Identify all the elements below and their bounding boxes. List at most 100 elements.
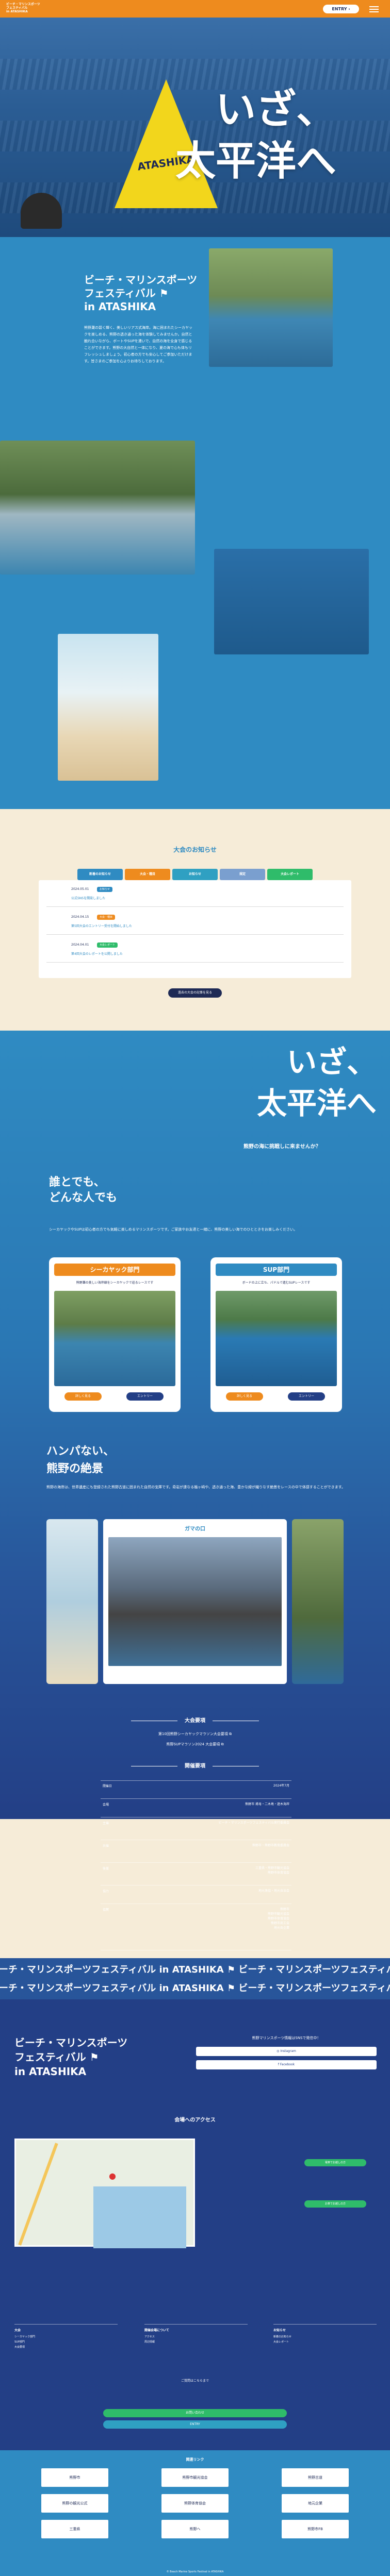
entry-card-button[interactable]: エントリー [126, 1392, 164, 1401]
sponsor-logo[interactable]: 熊野へ [161, 2520, 229, 2538]
tab-new[interactable]: 新着のお知らせ [77, 869, 123, 880]
events-section [0, 1031, 390, 1819]
footer-entry-button[interactable]: ENTRY [103, 2420, 287, 2429]
scenery-body: 熊野の海岸は、世界遺産にも登録された熊野古道に囲まれた自然の宝庫です。奇岩が連な… [46, 1485, 346, 1489]
beach-sup-photo [0, 441, 195, 575]
slide-next[interactable] [292, 1519, 344, 1684]
events-title-line1: いざ、 [286, 1045, 377, 1080]
access-map[interactable]: ● [14, 2139, 195, 2248]
details-button[interactable]: 詳しく見る [64, 1392, 102, 1401]
news-item[interactable]: 2024.05.01 お知らせ 公式SNSを開設しました [46, 882, 344, 907]
footer-col-news: お知らせ 新着のお知らせ 大会レポート [273, 2324, 377, 2344]
hamburger-menu-icon[interactable] [367, 5, 381, 13]
external-link-icon: ⧉ [221, 1742, 224, 1746]
events-subtitle: 熊野の海に挑戦しに来ませんか？ [243, 1144, 321, 1150]
sponsor-logo[interactable]: 地元企業 [282, 2494, 349, 2513]
entry-button[interactable]: ENTRY › [323, 5, 359, 13]
outline-row: 後援 三重県・熊野市観光協会 熊野市体育協会 [101, 1863, 291, 1885]
train-access-button[interactable]: 電車でお越しの方 [304, 2159, 366, 2166]
sup-group-photo [209, 248, 333, 367]
marquee-line-1: ビーチ・マリンスポーツフェスティバル in ATASHIKA ⚑ ビーチ・マリン… [0, 1964, 390, 1975]
sponsor-logo[interactable]: 熊野市 [41, 2468, 108, 2487]
news-item[interactable]: 2024.04.01 大会レポート 第4回大会のレポートを公開しました [46, 938, 344, 963]
category-badge: 大会・種目 [97, 915, 116, 920]
sponsor-logo[interactable]: 熊野の観光公式 [41, 2494, 108, 2513]
outline-row: 共催 熊野市・熊野市教育委員会 [101, 1840, 291, 1863]
marquee-line-2: ビーチ・マリンスポーツフェスティバル in ATASHIKA ⚑ ビーチ・マリン… [0, 1983, 390, 1994]
anyone-heading: 誰とでも、 どんな人でも [49, 1176, 118, 1204]
instagram-icon: ◎ [277, 2049, 280, 2053]
intro-title: ビーチ・マリンスポーツ フェスティバル ⚑ in ATASHIKA [84, 274, 198, 313]
flag-icon: ⚑ [89, 2051, 99, 2063]
tab-rules[interactable]: 規定 [220, 869, 265, 880]
tab-news[interactable]: お知らせ [172, 869, 218, 880]
sponsor-logo[interactable]: 熊野古道 [282, 2468, 349, 2487]
outline-row: 会場 熊野市 甫母・二木島・遊木海岸 [101, 1799, 291, 1817]
kayak-race-photo [214, 549, 369, 654]
site-logo[interactable]: ビーチ・マリンスポーツ フェスティバル in ATASHIKA [6, 3, 40, 13]
logo-line: ビーチ・マリンスポーツ [6, 3, 40, 6]
sponsor-logo[interactable]: 熊野体育協会 [161, 2494, 229, 2513]
flag-icon: ⚑ [159, 287, 169, 299]
beach-staff-photo [58, 634, 158, 781]
slide-current [103, 1519, 287, 1684]
kayak-image [54, 1291, 175, 1386]
kayak-card: シーカヤック部門 熊野灘の美しい海岸線をシーカヤックで巡るレースです 詳しく見る… [49, 1257, 181, 1412]
footer-col-venue: 開催会場について アクセス 周辺情報 [144, 2324, 248, 2344]
slide-prev[interactable] [46, 1519, 98, 1684]
hero-title-line1: いざ、 [216, 87, 337, 133]
logo-line: フェスティバル [6, 6, 28, 10]
news-title: 大会のお知らせ [173, 846, 217, 853]
gama-no-kuchi-image [108, 1537, 282, 1666]
events-title-line2: 太平洋へ [256, 1086, 377, 1121]
category-badge: 大会レポート [97, 942, 118, 948]
contact-text: ご質問はこちらまで [181, 2379, 209, 2383]
instagram-button[interactable]: ◎ Instagram [196, 2047, 377, 2056]
card-title: シーカヤック部門 [54, 1264, 175, 1276]
facebook-icon: f [278, 2063, 279, 2066]
facebook-button[interactable]: f Facebook [196, 2060, 377, 2069]
car-access-button[interactable]: お車でお越しの方 [304, 2200, 366, 2208]
sponsor-title: 関連リンク [186, 2457, 204, 2462]
card-desc: ボードの上に立ち、パドルで進むSUPレースです [242, 1281, 311, 1285]
footer-logo[interactable]: ビーチ・マリンスポーツ フェスティバル ⚑ in ATASHIKA [14, 2035, 127, 2079]
summary-title: 大会要項 [0, 1716, 390, 1724]
entry-label: ENTRY [332, 7, 347, 11]
footer-col-events: 大会 シーカヤック部門 SUP部門 大会要項 [14, 2324, 118, 2349]
sup-card: SUP部門 ボードの上に立ち、パドルで進むSUPレースです 詳しく見る エントリ… [210, 1257, 342, 1412]
slide-title: ガマの口 [185, 1526, 205, 1532]
sup-image [216, 1291, 337, 1386]
outline-row: 協賛 熊野市 熊野市観光協会 熊野市体育協会 熊野市商工会 地元各企業 [101, 1904, 291, 1950]
marquee-banner: ビーチ・マリンスポーツフェスティバル in ATASHIKA ⚑ ビーチ・マリン… [0, 1958, 390, 1999]
sponsor-logo[interactable]: 三重県 [41, 2520, 108, 2538]
anyone-body: シーカヤックやSUPは初心者の方でも気軽に楽しめるマリンスポーツです。ご家族やお… [49, 1227, 298, 1232]
access-title: 会場へのアクセス [174, 2117, 216, 2123]
sns-follow-text: 熊野マリンスポーツ情報はSNSで発信中！ [252, 2036, 321, 2040]
tab-report[interactable]: 大会レポート [267, 869, 313, 880]
logo-line: in ATASHIKA [6, 10, 28, 13]
sponsor-logo[interactable]: 熊野市FB [282, 2520, 349, 2538]
outline-row: 主催 ビーチ・マリンスポーツフェスティバル実行委員会 [101, 1817, 291, 1840]
tab-events[interactable]: 大会・種目 [125, 869, 170, 880]
category-badge: お知らせ [97, 887, 112, 892]
outline-title: 開催要項 [0, 1761, 390, 1769]
outline-row: 開催日 2024年7月 [101, 1780, 291, 1799]
summary-link-1[interactable]: 第10回熊野シーカヤックマラソン大会要項 ⧉ [0, 1731, 390, 1737]
site-header: ビーチ・マリンスポーツ フェスティバル in ATASHIKA ENTRY › [0, 0, 390, 18]
summary-link-2[interactable]: 熊野SUPマラソン2024 大会要項 ⧉ [0, 1742, 390, 1747]
hero-title-line2: 太平洋へ [175, 138, 337, 184]
slider-dots[interactable]: ● ● ● ● ● [0, 1674, 390, 1678]
sponsor-logo[interactable]: 熊野市観光協会 [161, 2468, 229, 2487]
copyright: © Beach Marine Sports Festival in ATASHI… [166, 2570, 224, 2573]
contact-button[interactable]: お問い合わせ [103, 2409, 287, 2417]
external-link-icon: ⧉ [229, 1732, 232, 1736]
paddler-image [21, 193, 62, 229]
news-item[interactable]: 2024.04.15 大会・種目 第5回大会のエントリー受付を開始しました [46, 910, 344, 935]
map-pin-icon: ● [109, 2171, 116, 2181]
details-button[interactable]: 詳しく見る [226, 1392, 263, 1401]
more-news-button[interactable]: 過去の大会の記事を見る [168, 988, 222, 998]
entry-card-button[interactable]: エントリー [288, 1392, 325, 1401]
outline-row: 協力 地元漁協・地元自治会 [101, 1885, 291, 1904]
card-title: SUP部門 [216, 1264, 337, 1276]
scenery-heading: ハンパない、 熊野の絶景 [46, 1445, 115, 1475]
